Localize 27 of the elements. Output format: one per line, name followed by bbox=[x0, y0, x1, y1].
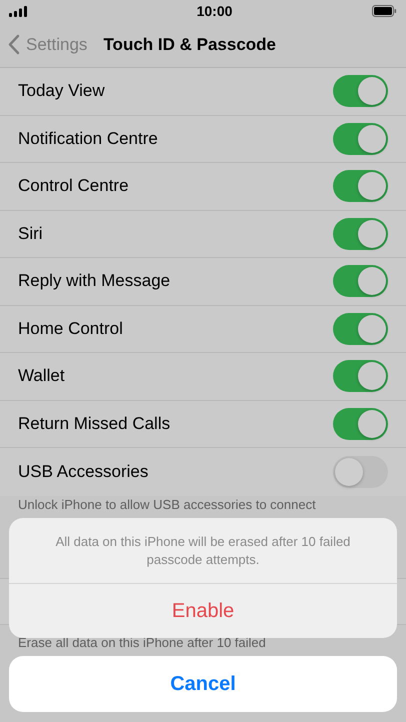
toggle-switch[interactable] bbox=[333, 218, 388, 250]
setting-label: USB Accessories bbox=[18, 462, 148, 482]
battery-icon bbox=[372, 5, 397, 17]
back-button[interactable]: Settings bbox=[8, 34, 88, 55]
setting-label: Wallet bbox=[18, 366, 65, 386]
footer-note: Unlock iPhone to allow USB accessories to connect bbox=[17, 496, 317, 512]
toggle-switch[interactable] bbox=[333, 408, 388, 440]
page-title: Touch ID & Passcode bbox=[103, 34, 276, 54]
toggle-switch[interactable] bbox=[333, 456, 388, 488]
toggle-switch[interactable] bbox=[333, 265, 388, 298]
setting-label: Notification Centre bbox=[18, 128, 158, 149]
setting-label: Siri bbox=[18, 224, 43, 244]
sheet-message: All data on this iPhone will be erased after 10 failed passcode attempts. bbox=[9, 518, 397, 584]
cancel-button[interactable]: Cancel bbox=[9, 656, 397, 712]
setting-label: Home Control bbox=[18, 318, 123, 339]
setting-label: Return Missed Calls bbox=[18, 414, 170, 434]
signal-icon bbox=[9, 6, 27, 16]
setting-label: Today View bbox=[18, 81, 105, 102]
toggle-switch[interactable] bbox=[333, 360, 388, 392]
setting-label: Control Centre bbox=[18, 176, 129, 196]
toggle-switch[interactable] bbox=[333, 312, 388, 345]
setting-label: Reply with Message bbox=[18, 271, 170, 292]
toggle-switch[interactable] bbox=[333, 122, 388, 155]
toggle-switch[interactable] bbox=[333, 75, 388, 108]
toggle-switch[interactable] bbox=[333, 170, 388, 202]
status-time: 10:00 bbox=[196, 3, 232, 19]
chevron-left-icon bbox=[8, 34, 20, 55]
